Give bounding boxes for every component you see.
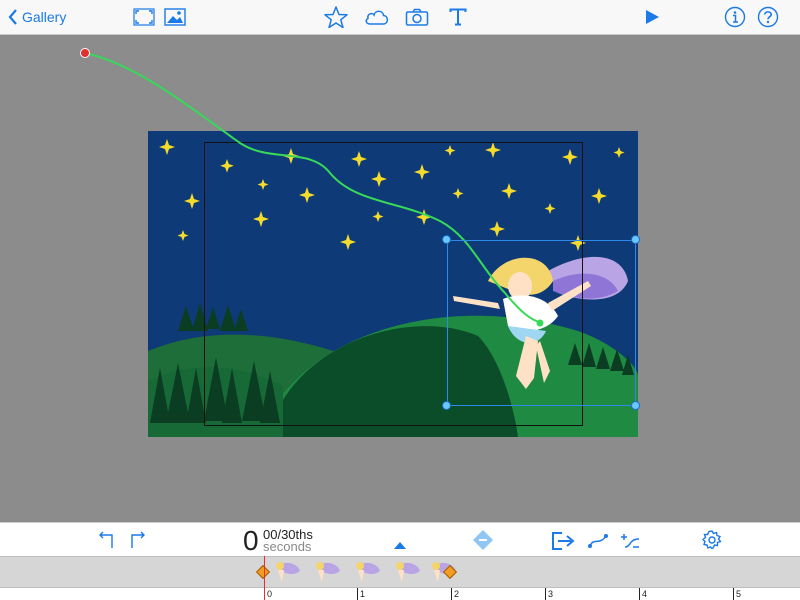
ruler-tick (357, 588, 358, 600)
settings-button[interactable] (701, 528, 723, 552)
expand-timeline-button[interactable] (392, 533, 408, 557)
add-easing-icon (621, 534, 640, 548)
add-keyframe-button[interactable] (472, 528, 494, 552)
info-icon (724, 6, 746, 28)
redo-button[interactable] (128, 528, 148, 552)
frame-thumbnail (316, 562, 340, 582)
motion-path[interactable] (0, 35, 800, 522)
expand-up-icon (394, 542, 406, 549)
background-image-button[interactable] (164, 5, 186, 29)
ruler-label: 0 (267, 589, 273, 599)
ruler-label: 3 (548, 589, 554, 599)
settings-gear-icon (702, 530, 722, 550)
play-icon (646, 10, 659, 24)
motion-path-button[interactable] (587, 529, 609, 553)
timeline[interactable]: 0 1 2 3 4 5 (0, 556, 800, 600)
ruler-tick (451, 588, 452, 600)
ruler-label: 2 (454, 589, 460, 599)
camera-button[interactable] (405, 5, 429, 29)
ruler-label: 1 (360, 589, 366, 599)
ruler-label: 5 (736, 589, 742, 599)
export-icon (552, 532, 575, 550)
stage-canvas[interactable] (0, 35, 800, 522)
playhead[interactable] (264, 556, 265, 600)
timecode-seconds: 0 (243, 525, 259, 556)
undo-button[interactable] (96, 528, 116, 552)
gallery-back-button[interactable]: Gallery (8, 5, 66, 29)
add-shape-button[interactable] (364, 5, 390, 29)
fullscreen-button[interactable] (133, 5, 155, 29)
fullscreen-icon (133, 8, 155, 26)
bottom-toolbar: 0 00/30ths seconds (0, 522, 800, 556)
image-icon (164, 8, 186, 26)
add-text-button[interactable] (448, 5, 468, 29)
top-toolbar: Gallery (0, 0, 800, 35)
add-easing-button[interactable] (619, 529, 641, 553)
ruler-tick (733, 588, 734, 600)
ruler-label: 4 (642, 589, 648, 599)
resize-handle-top-left[interactable] (442, 235, 451, 244)
frame-thumbnail (276, 562, 300, 582)
cloud-icon (365, 10, 389, 25)
camera-icon (405, 8, 429, 26)
add-clipart-button[interactable] (324, 5, 348, 29)
resize-handle-bottom-left[interactable] (442, 401, 451, 410)
export-button[interactable] (551, 529, 577, 553)
star-icon (324, 6, 348, 28)
undo-icon (99, 531, 113, 548)
ruler-tick (639, 588, 640, 600)
info-button[interactable] (724, 5, 746, 29)
help-button[interactable] (757, 5, 779, 29)
motion-path-icon (588, 534, 608, 548)
selection-box[interactable] (447, 240, 636, 406)
ruler-tick (545, 588, 546, 600)
keyframe-diamond-icon (473, 530, 493, 550)
frame-thumbnail (396, 562, 420, 582)
resize-handle-bottom-right[interactable] (631, 401, 640, 410)
timecode-unit: seconds (263, 539, 312, 554)
frame-thumbnail (356, 562, 380, 582)
play-button[interactable] (642, 5, 662, 29)
time-ruler (0, 588, 800, 600)
resize-handle-top-right[interactable] (631, 235, 640, 244)
help-icon (757, 6, 779, 28)
chevron-left-icon (8, 9, 17, 25)
text-icon (449, 8, 467, 26)
path-start-point[interactable] (80, 48, 90, 58)
redo-icon (131, 531, 145, 548)
gallery-label: Gallery (22, 9, 67, 25)
